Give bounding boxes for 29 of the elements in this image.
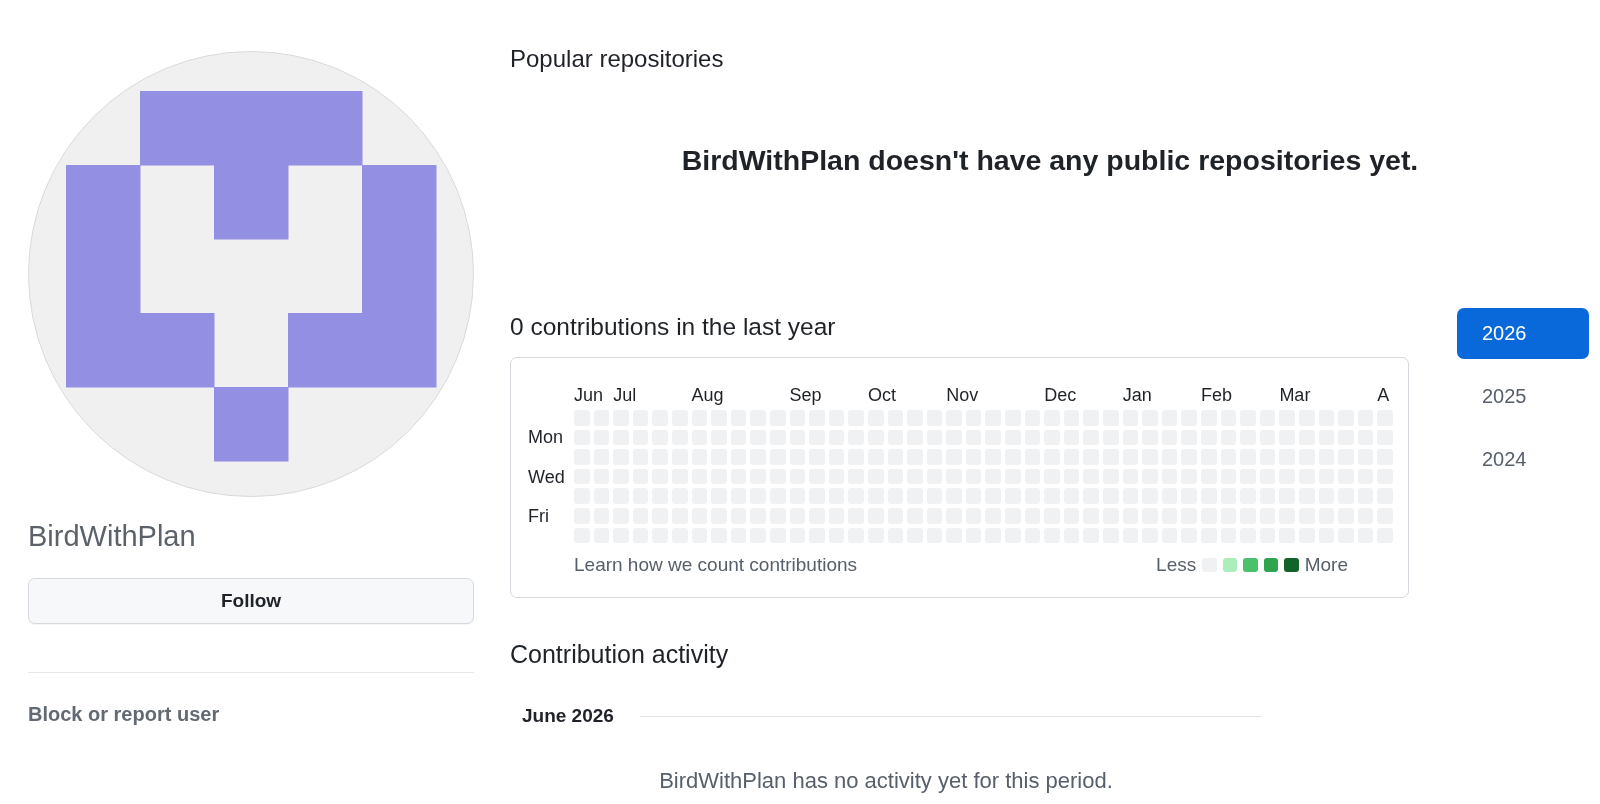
month-label: A [1377,384,1390,406]
month-label: Mar [1279,384,1311,406]
month-label: Dec [1044,384,1077,406]
month-label: Feb [1201,384,1233,406]
legend-more-label: More [1304,553,1348,578]
month-label: Jun [574,384,604,406]
follow-button[interactable]: Follow [28,578,474,624]
username: BirdWithPlan [28,519,196,553]
year-button[interactable]: 2025 [1457,371,1589,422]
empty-repositories-message: BirdWithPlan doesn't have any public repositories yet. [681,143,1419,177]
month-label: Aug [691,384,724,406]
month-label: Oct [867,384,896,406]
month-label: Jan [1122,384,1152,406]
year-button[interactable]: 2026 [1457,308,1589,359]
activity-title: Contribution activity [510,639,729,669]
weekday-label: Mon [528,427,563,448]
learn-contributions-link[interactable]: Learn how we count contributions [574,553,858,578]
year-button[interactable]: 2024 [1457,434,1589,485]
block-report-link[interactable]: Block or report user [28,702,220,726]
legend-less-label: Less [1156,553,1197,578]
weekday-label: Fri [528,505,549,526]
contributions-title: 0 contributions in the last year [510,312,836,342]
weekday-label: Wed [528,466,565,487]
month-label: Sep [789,384,822,406]
activity-month-label: June 2026 [522,704,614,728]
month-label: Jul [613,384,637,406]
month-label: Nov [946,384,979,406]
no-activity-message: BirdWithPlan has no activity yet for this period. [659,767,1113,795]
section-title: Popular repositories [510,44,724,74]
